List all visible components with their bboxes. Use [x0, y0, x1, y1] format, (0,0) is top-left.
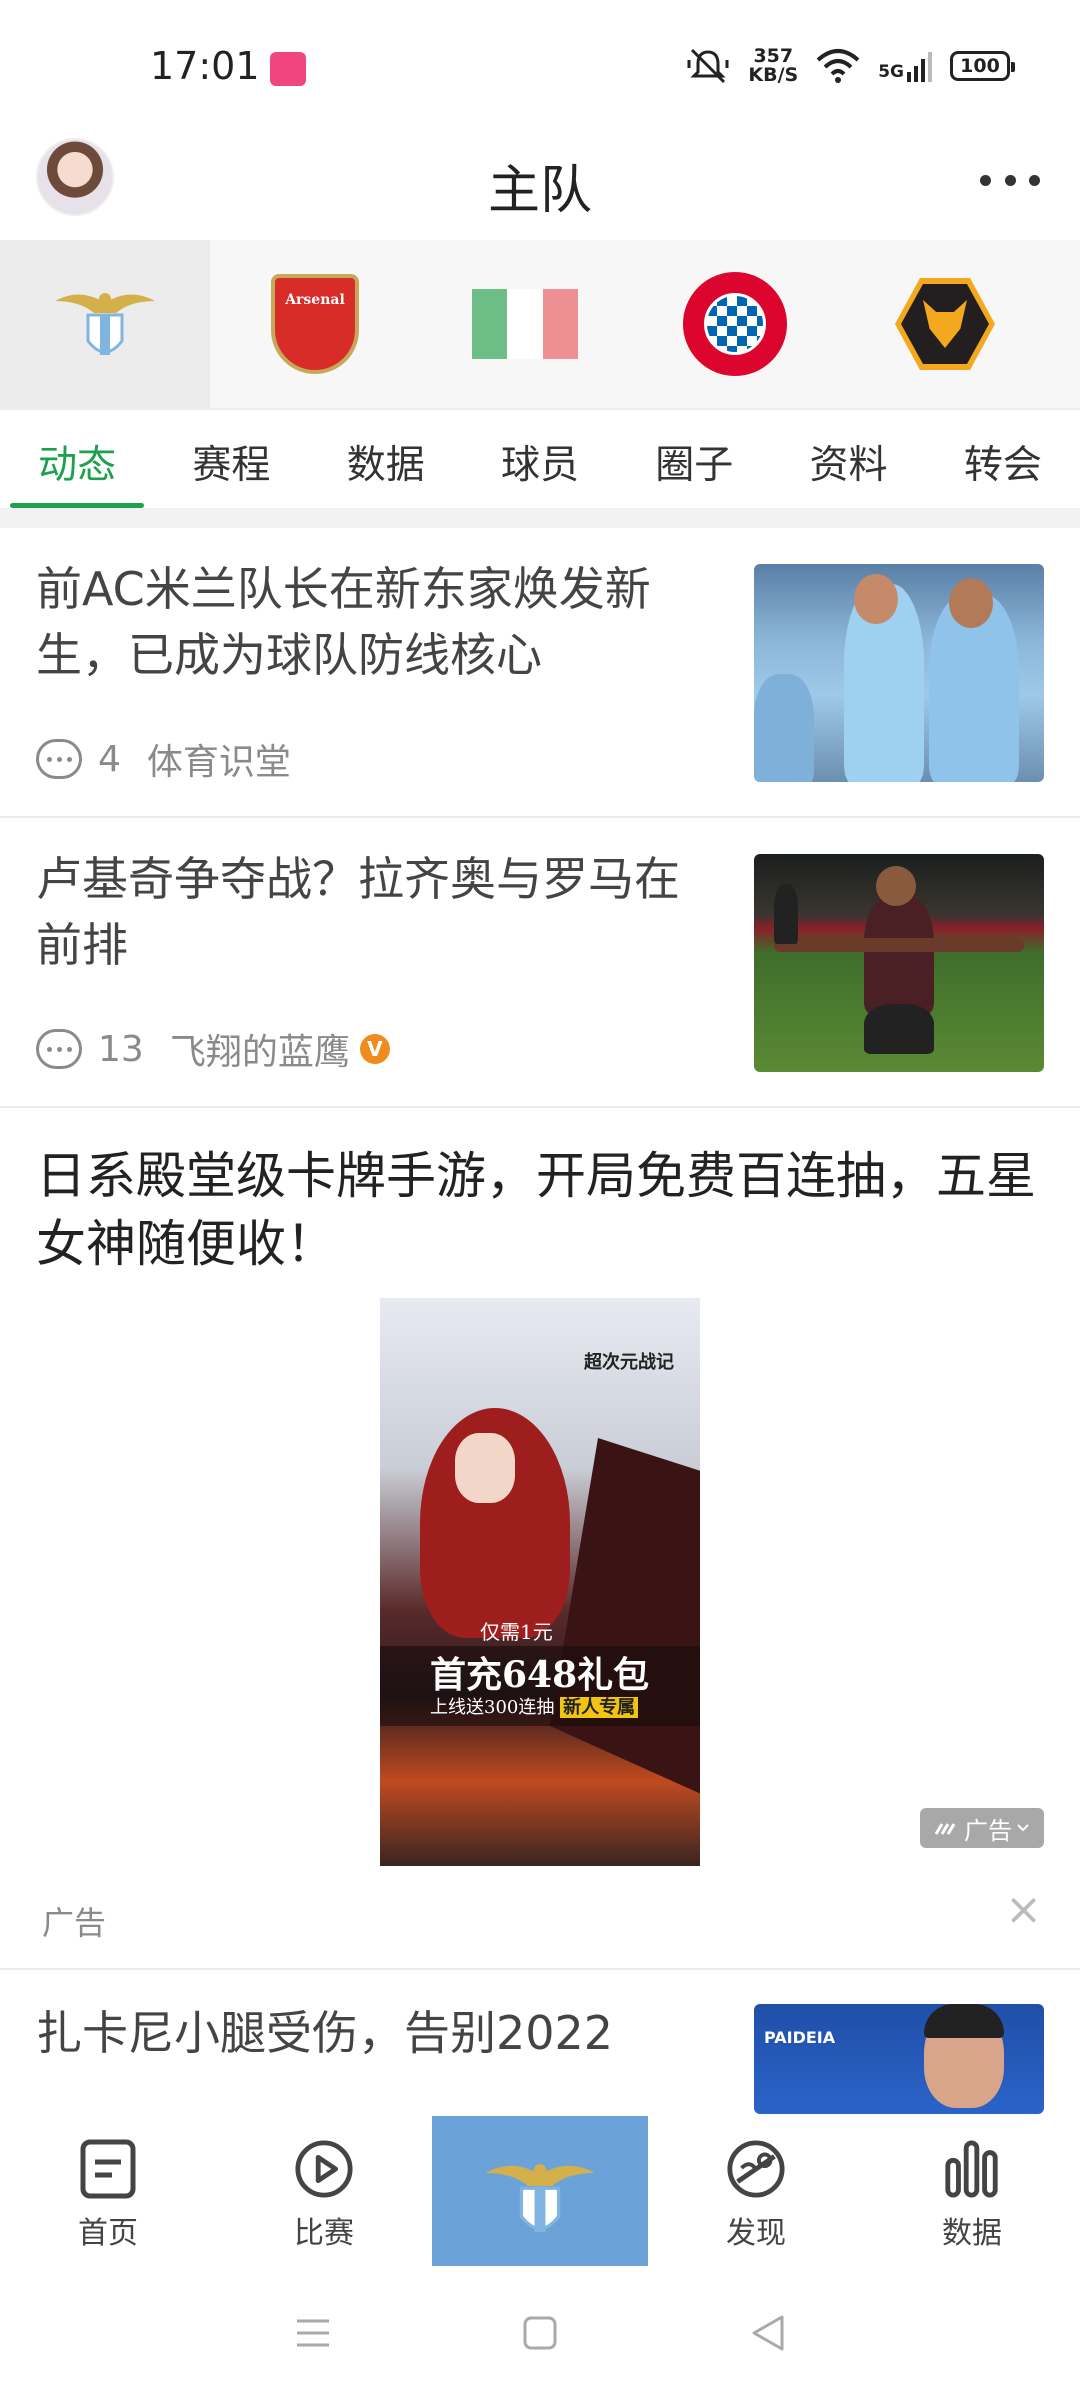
tab-community[interactable]: 圈子: [617, 410, 771, 508]
wolves-logo-icon: [895, 278, 995, 370]
ad-chip-label: 广告: [964, 1816, 1012, 1845]
cell-signal: 5G: [878, 50, 932, 82]
ad-promo-big: 首充648礼包: [430, 1654, 650, 1696]
news-item[interactable]: 卢基奇争夺战？拉齐奥与罗马在前排 13 飞翔的蓝鹰 V: [0, 818, 1080, 1108]
news-source: 体育识堂: [146, 742, 291, 783]
divider: [0, 508, 1080, 528]
wifi-icon: [816, 49, 860, 83]
comment-count: 4: [98, 738, 121, 780]
news-feed[interactable]: 前AC米兰队长在新东家焕发新生，已成为球队防线核心 4 体育识堂 卢基奇争夺战？…: [0, 528, 1080, 2116]
ad-network-icon: [934, 1823, 956, 1835]
tab-bar: 动态 赛程 数据 球员 圈子 资料 转会: [0, 408, 1080, 508]
ad-promo-sub: 上线送300连抽 新人专属: [430, 1693, 639, 1719]
comment-count: 13: [98, 1028, 144, 1070]
back-triangle-icon: [752, 2315, 784, 2351]
app-notification-icon: [270, 52, 306, 86]
news-item[interactable]: 扎卡尼小腿受伤，告别2022 PAIDEIA: [0, 1970, 1080, 2116]
ad-title: 日系殿堂级卡牌手游，开局免费百连抽，五星女神随便收！: [36, 1147, 1036, 1273]
discover-icon: [727, 2140, 785, 2198]
news-item[interactable]: 前AC米兰队长在新东家焕发新生，已成为球队防线核心 4 体育识堂: [0, 528, 1080, 818]
arsenal-logo-text: Arsenal: [285, 292, 345, 308]
system-nav-bar: [0, 2266, 1080, 2400]
back-button[interactable]: [742, 2308, 792, 2358]
tab-info[interactable]: 资料: [771, 410, 925, 508]
arsenal-logo-icon: Arsenal: [271, 274, 359, 374]
tab-schedule[interactable]: 赛程: [154, 410, 308, 508]
tab-players[interactable]: 球员: [463, 410, 617, 508]
tab-transfers[interactable]: 转会: [926, 410, 1080, 508]
ad-game-logo: 超次元战记: [584, 1352, 674, 1373]
news-source: 飞翔的蓝鹰: [169, 1032, 350, 1073]
home-doc-icon: [80, 2139, 136, 2199]
app-header: 主队: [0, 130, 1080, 240]
news-title: 卢基奇争夺战？拉齐奥与罗马在前排: [36, 852, 680, 972]
nav-data[interactable]: 数据: [864, 2116, 1080, 2266]
ad-promo-sub-text: 上线送300连抽: [430, 1697, 555, 1718]
bar-chart-icon: [945, 2140, 998, 2198]
ad-promo-small: 仅需1元: [480, 1620, 553, 1644]
tab-stats[interactable]: 数据: [309, 410, 463, 508]
news-meta: 4 体育识堂: [36, 735, 291, 783]
more-menu-button[interactable]: [980, 170, 1040, 190]
bayern-logo-icon: [683, 272, 787, 376]
nav-home-team[interactable]: [432, 2116, 648, 2266]
nav-label: 比赛: [294, 2216, 354, 2251]
status-time: 17:01: [150, 44, 260, 88]
battery-indicator: 100: [950, 51, 1015, 81]
ad-block[interactable]: 日系殿堂级卡牌手游，开局免费百连抽，五星女神随便收！ 超次元战记 仅需1元 首充…: [0, 1108, 1080, 1970]
ad-chip-button[interactable]: 广告: [920, 1808, 1044, 1848]
more-dot-icon: [980, 174, 991, 186]
verified-badge-icon: V: [359, 1034, 390, 1064]
ad-promo-highlight: 新人专属: [560, 1697, 639, 1718]
close-icon[interactable]: ×: [1005, 1888, 1042, 1932]
lazio-logo-icon: [485, 2164, 595, 2232]
nav-home[interactable]: 首页: [0, 2116, 216, 2266]
news-thumbnail: [754, 564, 1044, 782]
comment-icon: [36, 1029, 82, 1069]
play-icon: [295, 2140, 353, 2198]
status-indicators: 357 KB/S 5G 100: [686, 44, 1015, 88]
news-meta: 13 飞翔的蓝鹰 V: [36, 1025, 390, 1073]
more-dot-icon: [1029, 174, 1040, 186]
nav-label: 数据: [942, 2216, 1002, 2251]
nav-matches[interactable]: 比赛: [216, 2116, 432, 2266]
news-title: 扎卡尼小腿受伤，告别2022: [36, 2006, 614, 2060]
status-bar: 17:01 357 KB/S 5G 100: [0, 0, 1080, 130]
lazio-logo-icon: [55, 293, 155, 355]
comment-icon: [36, 739, 82, 779]
team-selector: Arsenal: [0, 240, 1080, 408]
nav-label: 发现: [726, 2216, 786, 2251]
news-thumbnail: PAIDEIA: [754, 2004, 1044, 2114]
menu-icon: [297, 2319, 330, 2347]
mute-bell-icon: [687, 48, 729, 84]
news-title: 前AC米兰队长在新东家焕发新生，已成为球队防线核心: [36, 562, 651, 682]
nav-label: 首页: [78, 2216, 138, 2251]
net-speed: 357 KB/S: [748, 47, 798, 85]
net-speed-unit: KB/S: [748, 64, 799, 86]
team-italy[interactable]: [420, 240, 630, 408]
team-bayern[interactable]: [630, 240, 840, 408]
team-arsenal[interactable]: Arsenal: [210, 240, 420, 408]
square-icon: [523, 2316, 557, 2350]
chevron-down-icon: [1017, 1824, 1029, 1832]
team-lazio[interactable]: [0, 240, 210, 408]
signal-bars-icon: [907, 52, 932, 82]
nav-discover[interactable]: 发现: [648, 2116, 864, 2266]
team-wolves[interactable]: [840, 240, 1050, 408]
bottom-nav: 首页 比赛 发现 数据: [0, 2116, 1080, 2266]
tab-news[interactable]: 动态: [0, 410, 154, 508]
page-title: 主队: [487, 161, 592, 221]
news-thumbnail: [754, 854, 1044, 1072]
network-type: 5G: [878, 62, 904, 82]
system-home-button[interactable]: [515, 2308, 565, 2358]
ad-label: 广告: [42, 1904, 107, 1942]
ad-image[interactable]: 超次元战记 仅需1元 首充648礼包 上线送300连抽 新人专属: [380, 1298, 700, 1866]
recent-apps-button[interactable]: [288, 2308, 338, 2358]
italy-flag-icon: [472, 289, 578, 359]
more-dot-icon: [1004, 174, 1016, 186]
